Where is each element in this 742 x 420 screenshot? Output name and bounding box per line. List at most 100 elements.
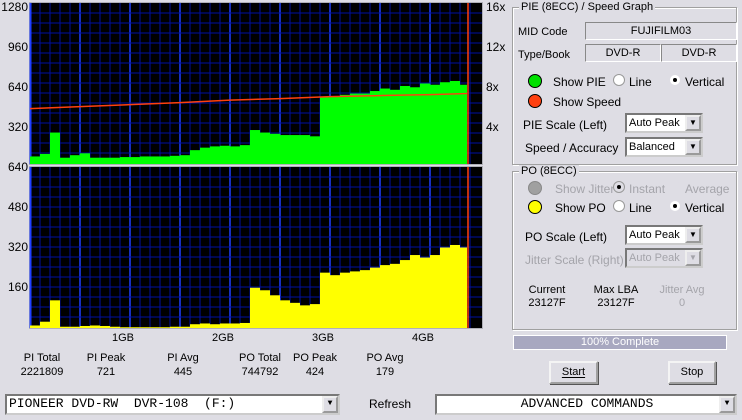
speed-accuracy-value: Balanced xyxy=(629,141,675,153)
data-bar xyxy=(280,135,290,164)
data-bar xyxy=(390,89,400,164)
pie-scale-select[interactable]: Auto Peak ▼ xyxy=(625,113,703,133)
show-jitter-label: Show Jitter xyxy=(555,182,615,196)
data-bar xyxy=(150,156,160,164)
data-bar xyxy=(140,327,150,328)
speed-accuracy-select[interactable]: Balanced ▼ xyxy=(625,137,703,157)
data-bar xyxy=(130,327,140,328)
x-tick: 3GB xyxy=(312,332,335,344)
pie-vertical-radio[interactable] xyxy=(669,74,681,86)
data-bar xyxy=(80,153,90,164)
data-bar xyxy=(400,260,410,328)
data-bar xyxy=(140,156,150,164)
pie-tick: 640 xyxy=(7,80,28,94)
data-bar xyxy=(300,305,310,328)
start-button[interactable]: Start xyxy=(549,361,598,384)
average-label: Average xyxy=(685,182,730,196)
advanced-commands-select[interactable]: ADVANCED COMMANDS ▼ xyxy=(435,394,737,415)
data-bar xyxy=(220,145,230,164)
pie-group-title: PIE (8ECC) / Speed Graph xyxy=(519,1,656,13)
x-tick: 2GB xyxy=(212,332,235,344)
mid-code-label: MID Code xyxy=(518,26,568,38)
data-bar xyxy=(330,96,340,164)
data-bar xyxy=(310,304,320,328)
data-bar xyxy=(90,325,100,328)
data-bar xyxy=(200,323,210,328)
data-bar xyxy=(400,86,410,164)
po-scale-value: Auto Peak xyxy=(629,229,680,241)
chevron-down-icon[interactable]: ▼ xyxy=(685,115,701,131)
show-po-toggle[interactable] xyxy=(528,200,542,214)
data-bar xyxy=(430,255,440,328)
stat-value: 179 xyxy=(375,366,395,378)
data-bar xyxy=(390,263,400,328)
stat-label: PO Peak xyxy=(292,352,338,364)
stat-value: 445 xyxy=(173,366,193,378)
data-bar xyxy=(130,157,140,164)
average-radio xyxy=(669,181,681,193)
data-bar xyxy=(350,271,360,328)
data-bar xyxy=(280,300,290,328)
data-bar xyxy=(290,302,300,328)
data-bar xyxy=(230,323,240,328)
advanced-value: ADVANCED COMMANDS xyxy=(520,396,654,411)
type-field: DVD-R xyxy=(585,44,661,62)
chevron-down-icon[interactable]: ▼ xyxy=(685,227,701,243)
data-bar xyxy=(420,257,430,328)
data-bar xyxy=(300,135,310,164)
data-bar xyxy=(250,287,260,328)
speed-tick: 4x xyxy=(486,120,499,134)
refresh-button[interactable]: Refresh xyxy=(369,397,411,411)
pie-speed-chart xyxy=(29,2,483,165)
book-field: DVD-R xyxy=(661,44,737,62)
data-bar xyxy=(430,84,440,164)
po-tick: 640 xyxy=(7,160,28,174)
data-bar xyxy=(160,156,170,164)
data-bar xyxy=(340,94,350,164)
speed-accuracy-label: Speed / Accuracy xyxy=(525,141,619,155)
data-bar xyxy=(460,247,467,328)
speed-tick: 12x xyxy=(486,40,506,54)
po-scale-label: PO Scale (Left) xyxy=(525,230,608,244)
data-bar xyxy=(70,155,80,164)
data-bar xyxy=(440,247,450,328)
chevron-down-icon[interactable]: ▼ xyxy=(719,396,735,413)
show-pie-toggle[interactable] xyxy=(528,74,542,88)
stat-value: 721 xyxy=(96,366,116,378)
data-bar xyxy=(460,84,467,164)
data-bar xyxy=(380,88,390,164)
stop-button[interactable]: Stop xyxy=(668,361,716,384)
po-line-radio[interactable] xyxy=(613,200,625,212)
progress-text: 100% Complete xyxy=(580,336,660,348)
jitter-scale-value: Auto Peak xyxy=(629,252,680,264)
stat-label: PI Peak xyxy=(86,352,126,364)
data-bar xyxy=(260,132,270,164)
data-bar xyxy=(450,244,460,328)
data-bar xyxy=(370,91,380,164)
jitter-avg-label: Jitter Avg xyxy=(659,284,705,296)
mid-code-field: FUJIFILM03 xyxy=(585,22,737,40)
data-bar xyxy=(380,265,390,328)
pie-line-radio[interactable] xyxy=(613,74,625,86)
drive-select[interactable]: PIONEER DVD-RW DVR-108 (F:) ▼ xyxy=(5,394,340,415)
data-bar xyxy=(420,83,430,164)
chevron-down-icon[interactable]: ▼ xyxy=(322,396,338,413)
data-bar xyxy=(360,270,370,328)
data-bar xyxy=(190,150,200,164)
stat-value: 424 xyxy=(305,366,325,378)
max-lba-label: Max LBA xyxy=(593,284,639,296)
data-bar xyxy=(50,132,60,164)
data-bar xyxy=(120,157,130,164)
chevron-down-icon[interactable]: ▼ xyxy=(685,139,701,155)
data-bar xyxy=(180,155,190,164)
show-speed-toggle[interactable] xyxy=(528,94,542,108)
data-bar xyxy=(180,326,190,328)
show-speed-label: Show Speed xyxy=(553,95,622,109)
po-scale-select[interactable]: Auto Peak ▼ xyxy=(625,225,703,245)
data-bar xyxy=(170,155,180,164)
max-lba-value: 23127F xyxy=(597,297,635,309)
data-bar xyxy=(410,255,420,328)
chevron-down-icon: ▼ xyxy=(685,250,701,266)
data-bar xyxy=(50,300,60,328)
po-vertical-radio[interactable] xyxy=(669,200,681,212)
